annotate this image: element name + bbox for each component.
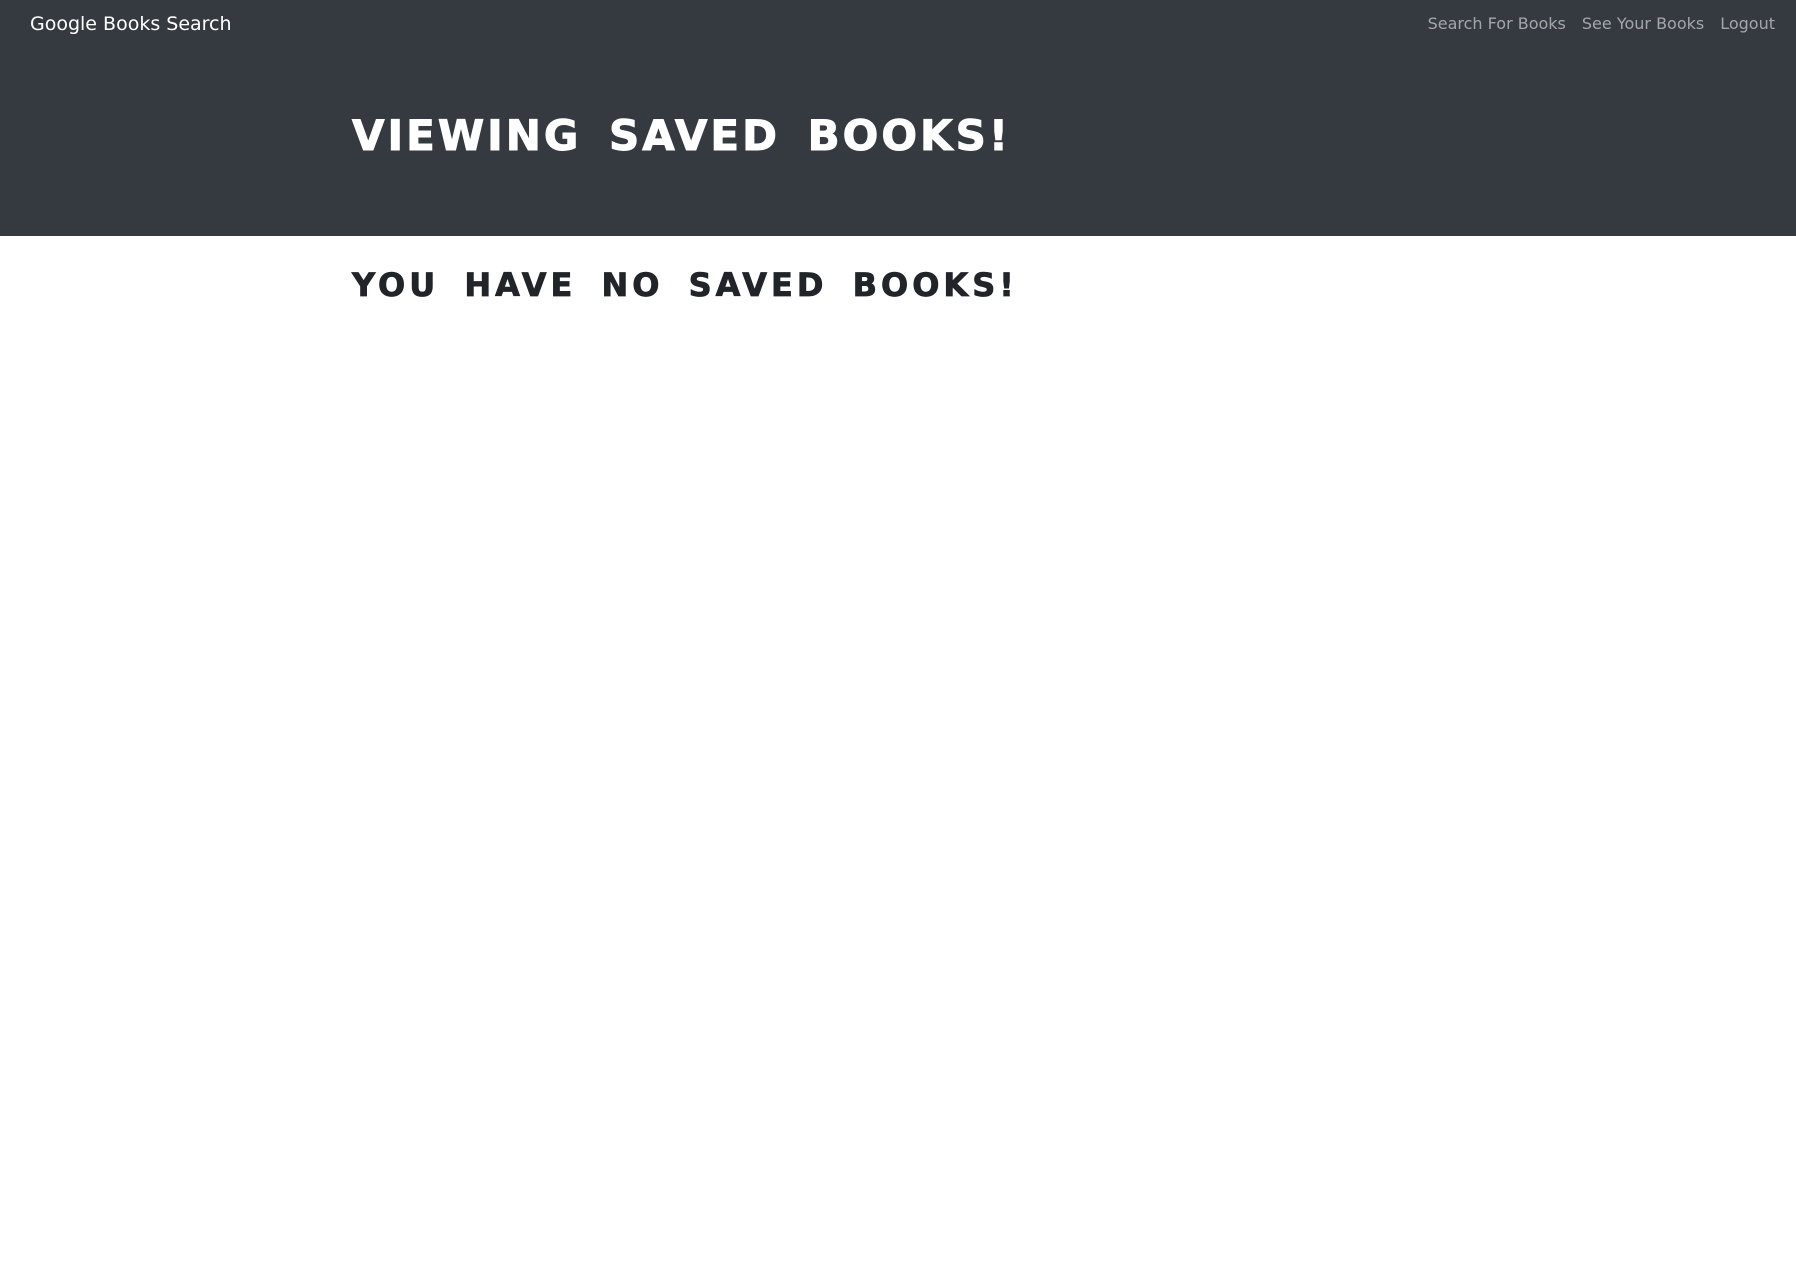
nav-link-see-your-books[interactable]: See Your Books — [1582, 14, 1704, 34]
nav-links: Search For Books See Your Books Logout — [1428, 14, 1775, 34]
top-navbar: Google Books Search Search For Books See… — [0, 0, 1796, 48]
nav-link-search-for-books[interactable]: Search For Books — [1428, 14, 1566, 34]
empty-saved-books-message: You have no saved books! — [352, 266, 1018, 305]
page-title: Viewing saved books! — [352, 111, 1011, 160]
nav-link-logout[interactable]: Logout — [1720, 14, 1775, 34]
brand-link[interactable]: Google Books Search — [30, 12, 232, 36]
hero-banner: Viewing saved books! — [0, 48, 1796, 236]
